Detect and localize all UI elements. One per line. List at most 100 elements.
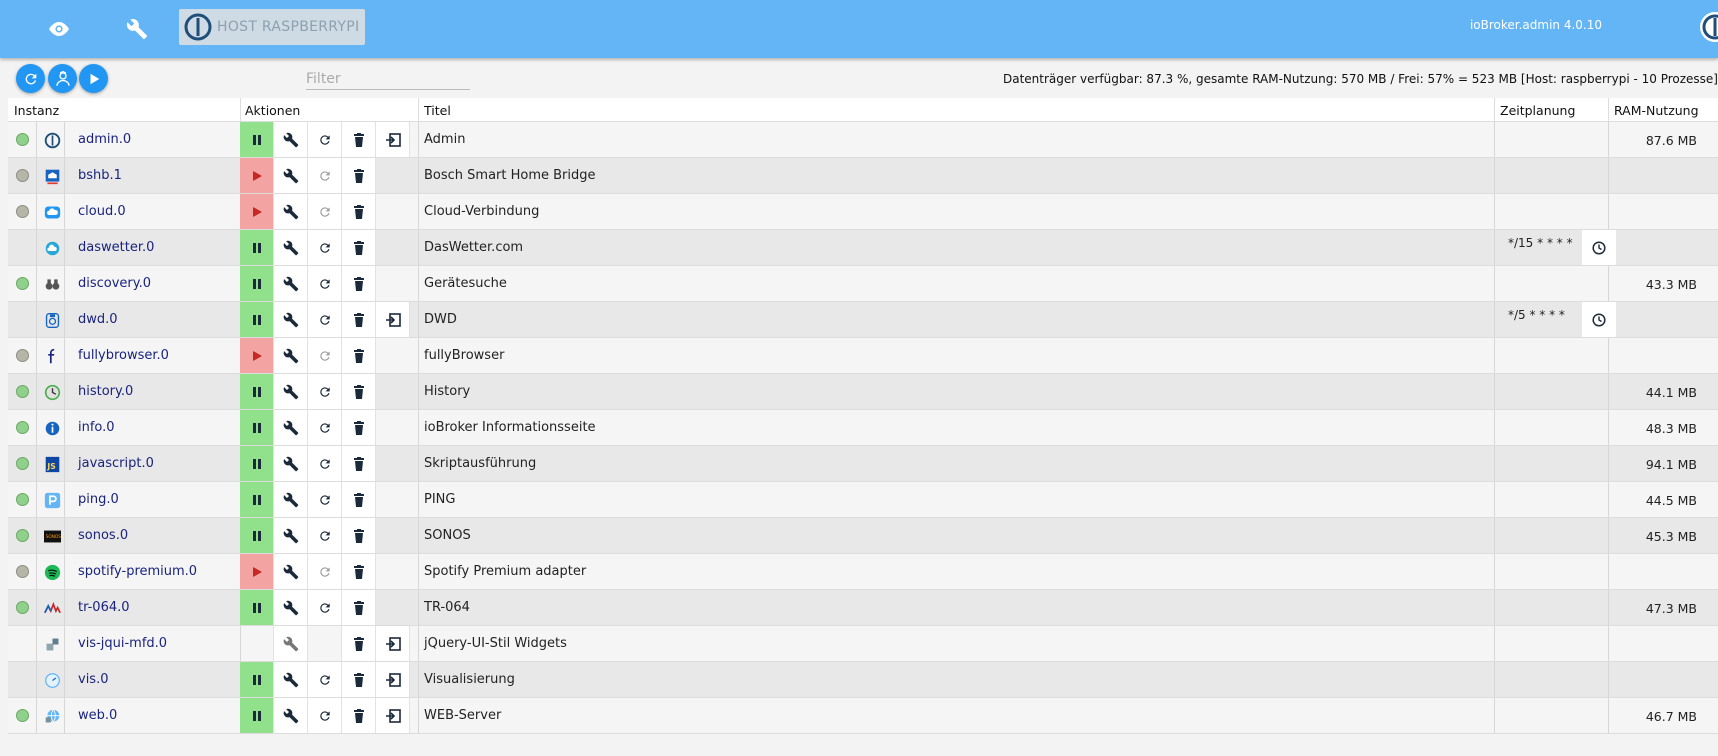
delete-button[interactable] — [342, 338, 376, 373]
start-button[interactable] — [240, 554, 274, 589]
delete-button[interactable] — [342, 698, 376, 733]
open-instance-button[interactable] — [376, 122, 410, 157]
delete-button[interactable] — [342, 230, 376, 265]
refresh-button[interactable] — [16, 64, 45, 93]
restart-button[interactable] — [308, 302, 342, 337]
delete-button[interactable] — [342, 590, 376, 625]
wrench-icon[interactable] — [120, 12, 154, 46]
pause-button[interactable] — [240, 482, 274, 517]
restart-button[interactable] — [308, 662, 342, 697]
instance-name[interactable]: vis-jqui-mfd.0 — [78, 636, 167, 651]
open-instance-button[interactable] — [376, 698, 410, 733]
instance-name[interactable]: admin.0 — [78, 132, 131, 147]
delete-button[interactable] — [342, 266, 376, 301]
settings-button[interactable] — [274, 554, 308, 589]
expert-mode-button[interactable] — [48, 64, 77, 93]
settings-button[interactable] — [274, 662, 308, 697]
delete-button[interactable] — [342, 194, 376, 229]
settings-button[interactable] — [274, 374, 308, 409]
pause-button[interactable] — [240, 698, 274, 733]
delete-button[interactable] — [342, 518, 376, 553]
instance-name[interactable]: spotify-premium.0 — [78, 564, 197, 579]
pause-button[interactable] — [240, 662, 274, 697]
restart-button[interactable] — [308, 230, 342, 265]
restart-button[interactable] — [308, 698, 342, 733]
restart-button[interactable] — [308, 554, 342, 589]
instance-name[interactable]: info.0 — [78, 420, 115, 435]
schedule-clock-icon[interactable] — [1582, 302, 1616, 337]
delete-button[interactable] — [342, 626, 376, 661]
instance-name[interactable]: vis.0 — [78, 672, 108, 687]
restart-button[interactable] — [308, 518, 342, 553]
pause-button[interactable] — [240, 230, 274, 265]
restart-button[interactable] — [308, 374, 342, 409]
instance-name[interactable]: web.0 — [78, 708, 117, 723]
instance-name[interactable]: sonos.0 — [78, 528, 128, 543]
eye-icon[interactable] — [42, 12, 76, 46]
settings-button[interactable] — [274, 230, 308, 265]
delete-button[interactable] — [342, 662, 376, 697]
start-button[interactable] — [240, 158, 274, 193]
settings-button[interactable] — [274, 446, 308, 481]
instance-name[interactable]: javascript.0 — [78, 456, 154, 471]
restart-button[interactable] — [308, 266, 342, 301]
restart-button[interactable] — [308, 158, 342, 193]
settings-button[interactable] — [274, 698, 308, 733]
restart-button[interactable] — [308, 482, 342, 517]
host-selector[interactable]: HOST RASPBERRYPI — [179, 9, 365, 45]
instance-name[interactable]: daswetter.0 — [78, 240, 154, 255]
instance-name[interactable]: history.0 — [78, 384, 133, 399]
pause-button[interactable] — [240, 590, 274, 625]
pause-button[interactable] — [240, 410, 274, 445]
schedule-clock-icon[interactable] — [1582, 230, 1616, 265]
pause-button[interactable] — [240, 302, 274, 337]
start-all-button[interactable] — [79, 64, 108, 93]
delete-button[interactable] — [342, 122, 376, 157]
instance-name[interactable]: fullybrowser.0 — [78, 348, 169, 363]
delete-button[interactable] — [342, 482, 376, 517]
pause-button[interactable] — [240, 122, 274, 157]
settings-button[interactable] — [274, 194, 308, 229]
delete-button[interactable] — [342, 374, 376, 409]
restart-button[interactable] — [308, 122, 342, 157]
pause-button[interactable] — [240, 266, 274, 301]
delete-button[interactable] — [342, 446, 376, 481]
settings-button[interactable] — [274, 266, 308, 301]
settings-button[interactable] — [274, 626, 308, 661]
settings-button[interactable] — [274, 590, 308, 625]
restart-button[interactable] — [308, 590, 342, 625]
restart-button[interactable] — [308, 338, 342, 373]
filter-input[interactable] — [306, 68, 470, 90]
column-divider — [1608, 410, 1609, 445]
instance-name[interactable]: tr-064.0 — [78, 600, 130, 615]
settings-button[interactable] — [274, 482, 308, 517]
settings-button[interactable] — [274, 158, 308, 193]
instance-name[interactable]: bshb.1 — [78, 168, 122, 183]
instance-name[interactable]: ping.0 — [78, 492, 119, 507]
open-instance-button[interactable] — [376, 302, 410, 337]
column-divider — [1608, 446, 1609, 481]
delete-button[interactable] — [342, 410, 376, 445]
pause-button[interactable] — [240, 374, 274, 409]
pause-button[interactable] — [240, 446, 274, 481]
settings-button[interactable] — [274, 410, 308, 445]
start-button[interactable] — [240, 338, 274, 373]
delete-button[interactable] — [342, 554, 376, 589]
open-instance-button[interactable] — [376, 662, 410, 697]
instance-name[interactable]: cloud.0 — [78, 204, 126, 219]
instance-name[interactable]: discovery.0 — [78, 276, 151, 291]
settings-button[interactable] — [274, 338, 308, 373]
restart-button[interactable] — [308, 410, 342, 445]
settings-button[interactable] — [274, 122, 308, 157]
settings-button[interactable] — [274, 302, 308, 337]
start-button[interactable] — [240, 194, 274, 229]
restart-button[interactable] — [308, 446, 342, 481]
instance-name[interactable]: dwd.0 — [78, 312, 118, 327]
delete-button[interactable] — [342, 158, 376, 193]
open-instance-button[interactable] — [376, 626, 410, 661]
pause-button[interactable] — [240, 518, 274, 553]
restart-button[interactable] — [308, 194, 342, 229]
delete-button[interactable] — [342, 302, 376, 337]
settings-button[interactable] — [274, 518, 308, 553]
column-divider — [64, 662, 65, 697]
